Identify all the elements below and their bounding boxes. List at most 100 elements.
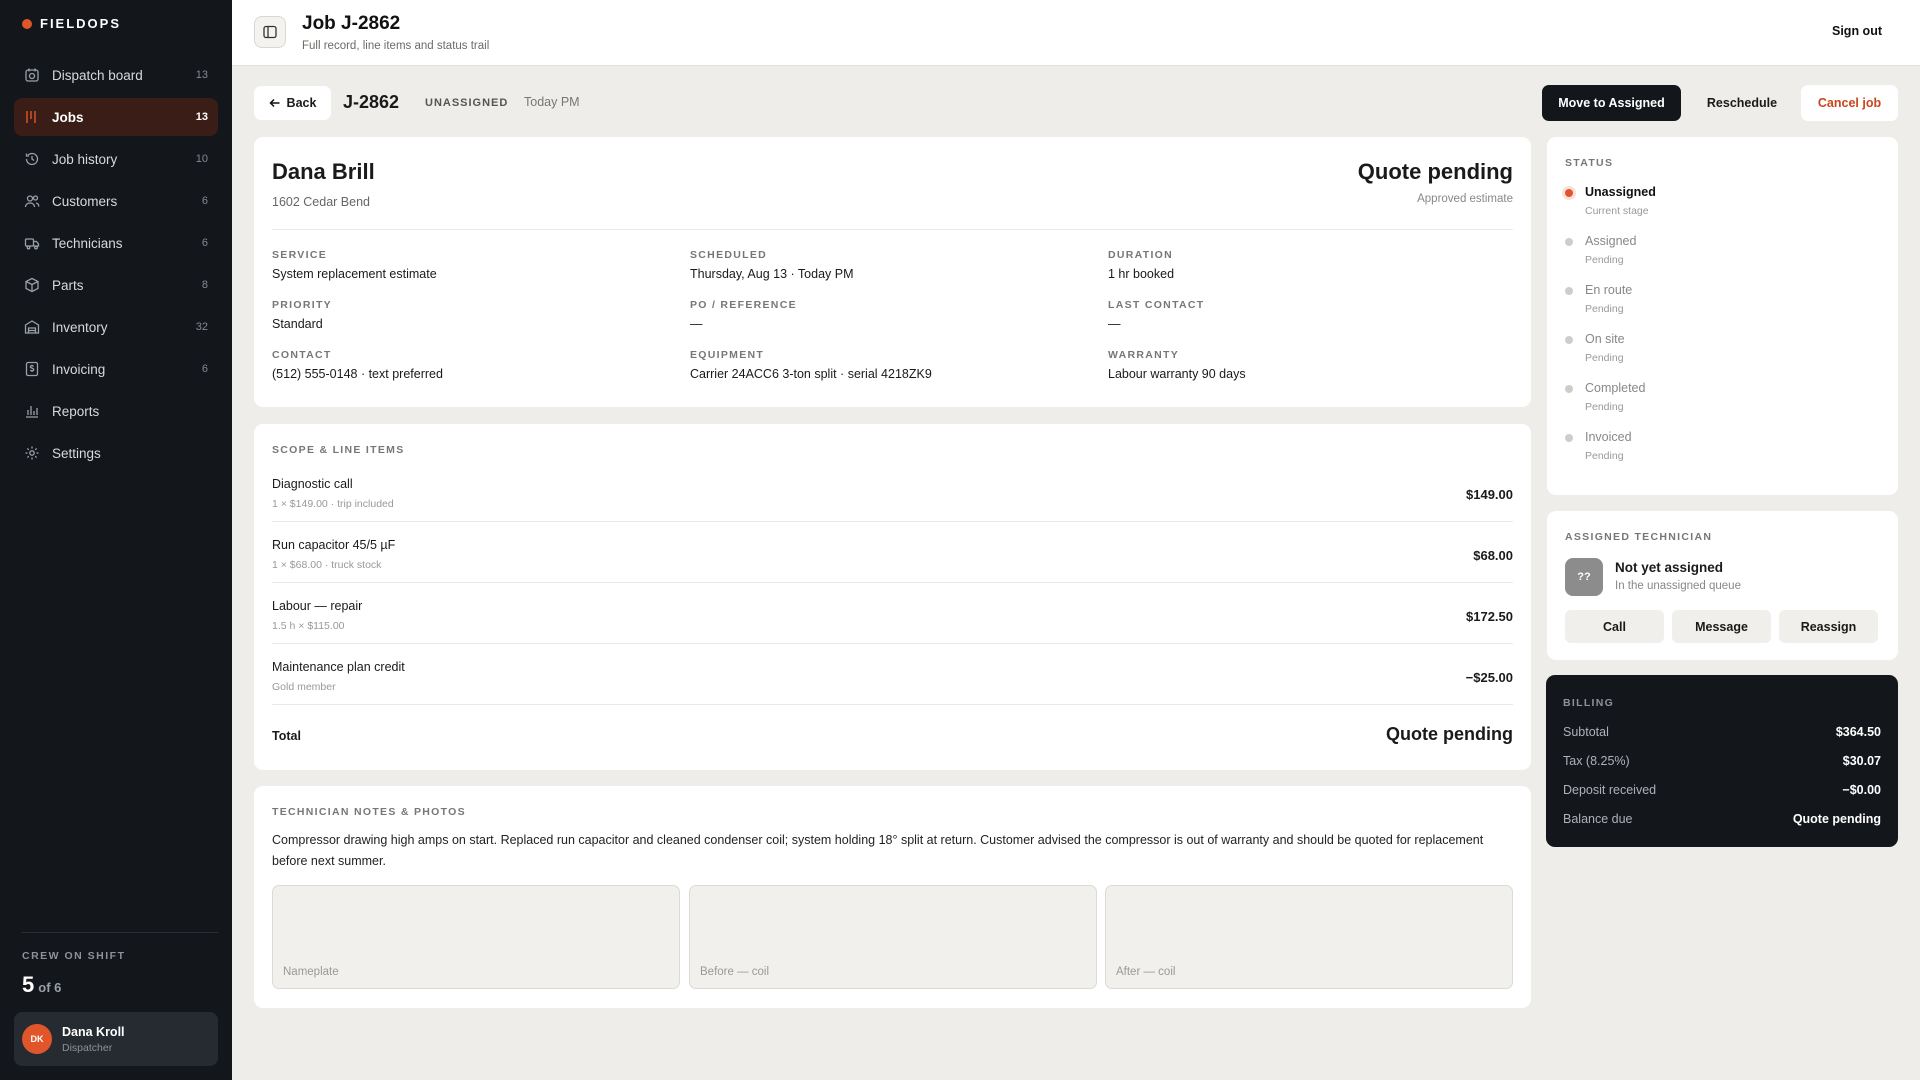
sidebar-item-count: 13 (195, 111, 208, 123)
truck-icon (24, 235, 40, 251)
total-value: Quote pending (1386, 724, 1513, 744)
field-value: Carrier 24ACC6 3-ton split · serial 4218… (690, 367, 932, 381)
technician-notes: Compressor drawing high amps on start. R… (272, 833, 1484, 868)
sidebar-item-count: 10 (195, 153, 208, 165)
status-step-name: On site (1585, 332, 1625, 346)
status-step-sub: Pending (1585, 254, 1624, 266)
detail-field: LAST CONTACT — (1108, 299, 1512, 331)
sidebar-item-technicians[interactable]: Technicians 6 (14, 224, 218, 262)
field-label: WARRANTY (1108, 349, 1180, 361)
section-label: BILLING (1563, 697, 1615, 709)
sidebar-nav: Dispatch board 13 Jobs 13 Job history 10… (14, 56, 218, 476)
sidebar-item-job-history[interactable]: Job history 10 (14, 140, 218, 178)
user-card[interactable]: DK Dana Kroll Dispatcher (14, 1012, 218, 1066)
status-dot-icon (1565, 287, 1573, 295)
field-label: PRIORITY (272, 299, 332, 311)
line-item-name: Maintenance plan credit (272, 660, 405, 674)
avatar: DK (22, 1024, 52, 1054)
line-item-amount: $172.50 (1466, 609, 1513, 624)
technician-sub: In the unassigned queue (1615, 580, 1741, 592)
sidebar-item-parts[interactable]: Parts 8 (14, 266, 218, 304)
history-icon (24, 151, 40, 167)
message-button[interactable]: Message (1672, 610, 1771, 643)
status-dot-icon (1565, 189, 1573, 197)
photo-caption: Before — coil (700, 966, 770, 978)
field-label: PO / REFERENCE (690, 299, 797, 311)
detail-field: WARRANTY Labour warranty 90 days (1108, 349, 1512, 381)
sign-out-button[interactable]: Sign out (1832, 24, 1882, 38)
line-item-detail: 1.5 h × $115.00 (272, 620, 345, 632)
sidebar-item-customers[interactable]: Customers 6 (14, 182, 218, 220)
job-when: Today PM (524, 95, 580, 109)
sidebar-item-count: 6 (201, 237, 208, 249)
crew-label: CREW ON SHIFT (22, 950, 126, 962)
billing-value: −$0.00 (1842, 783, 1881, 797)
section-label: STATUS (1565, 157, 1614, 169)
job-id: J-2862 (343, 92, 400, 112)
avatar: ?? (1565, 558, 1603, 596)
move-to-assigned-button[interactable]: Move to Assigned (1542, 85, 1681, 121)
customers-icon (24, 193, 40, 209)
cancel-job-button[interactable]: Cancel job (1801, 85, 1898, 121)
brand-logo-icon (22, 18, 32, 29)
billing-key: Tax (8.25%) (1563, 754, 1630, 768)
table-row[interactable]: Labour — repair 1.5 h × $115.00 $172.50 (272, 583, 1513, 644)
brand[interactable]: FIELDOPS (22, 16, 121, 31)
user-info: Dana Kroll Dispatcher (62, 1025, 125, 1054)
panel-toggle-icon (263, 25, 277, 39)
field-label: DURATION (1108, 249, 1174, 261)
line-item-name: Run capacitor 45/5 µF (272, 538, 396, 552)
line-item-detail: Gold member (272, 681, 336, 693)
back-label: Back (286, 96, 317, 110)
billing-key: Subtotal (1563, 725, 1609, 739)
field-value: Labour warranty 90 days (1108, 367, 1246, 381)
sidebar-item-label: Parts (52, 277, 84, 293)
status-dot-icon (1565, 336, 1573, 344)
field-value: Standard (272, 317, 323, 331)
table-row[interactable]: Maintenance plan credit Gold member −$25… (272, 644, 1513, 705)
photo-thumbnail[interactable]: Nameplate (272, 885, 680, 989)
field-label: EQUIPMENT (690, 349, 765, 361)
back-button[interactable]: Back (254, 86, 331, 120)
sidebar-item-label: Technicians (52, 235, 123, 251)
sidebar-item-count: 13 (195, 69, 208, 81)
status-step-name: Completed (1585, 381, 1646, 395)
brand-name: FIELDOPS (40, 16, 122, 31)
status-step-sub: Pending (1585, 401, 1624, 413)
reassign-button[interactable]: Reassign (1779, 610, 1878, 643)
field-value: — (1108, 317, 1121, 331)
customer-card: Dana Brill 1602 Cedar Bend Quote pending… (254, 137, 1531, 407)
crew-on-shift: CREW ON SHIFT 5 of 6 (22, 932, 218, 998)
page-subtitle: Full record, line items and status trail (302, 40, 490, 52)
topbar: Job J-2862 Full record, line items and s… (232, 0, 1920, 66)
sidebar-item-dispatch-board[interactable]: Dispatch board 13 (14, 56, 218, 94)
sidebar-item-jobs[interactable]: Jobs 13 (14, 98, 218, 136)
sidebar-toggle-button[interactable] (254, 16, 286, 48)
field-value: System replacement estimate (272, 267, 437, 281)
reports-icon (24, 403, 40, 419)
reschedule-button[interactable]: Reschedule (1692, 85, 1792, 121)
table-row[interactable]: Run capacitor 45/5 µF 1 × $68.00 · truck… (272, 522, 1513, 583)
sidebar-item-reports[interactable]: Reports (14, 392, 218, 430)
sidebar-item-settings[interactable]: Settings (14, 434, 218, 472)
sidebar-item-invoicing[interactable]: Invoicing 6 (14, 350, 218, 388)
line-item-name: Diagnostic call (272, 477, 353, 491)
photo-thumbnail[interactable]: Before — coil (689, 885, 1097, 989)
billing-key: Deposit received (1563, 783, 1657, 797)
quote-status: Quote pending (1357, 159, 1513, 184)
field-value: Thursday, Aug 13 · Today PM (690, 267, 854, 281)
line-item-detail: 1 × $149.00 · trip included (272, 498, 394, 510)
sidebar-item-inventory[interactable]: Inventory 32 (14, 308, 218, 346)
call-button[interactable]: Call (1565, 610, 1664, 643)
user-name: Dana Kroll (62, 1024, 125, 1039)
table-row[interactable]: Diagnostic call 1 × $149.00 · trip inclu… (272, 461, 1513, 522)
crew-count: 5 of 6 (22, 972, 218, 998)
status-badge: UNASSIGNED (425, 97, 509, 109)
billing-row: Tax (8.25%) $30.07 (1563, 751, 1881, 771)
photo-thumbnail[interactable]: After — coil (1105, 885, 1513, 989)
detail-field: PRIORITY Standard (272, 299, 690, 331)
field-value: (512) 555-0148 · text preferred (272, 367, 443, 381)
arrow-left-icon (268, 98, 280, 108)
line-item-amount: $149.00 (1466, 487, 1513, 502)
field-label: CONTACT (272, 349, 332, 361)
